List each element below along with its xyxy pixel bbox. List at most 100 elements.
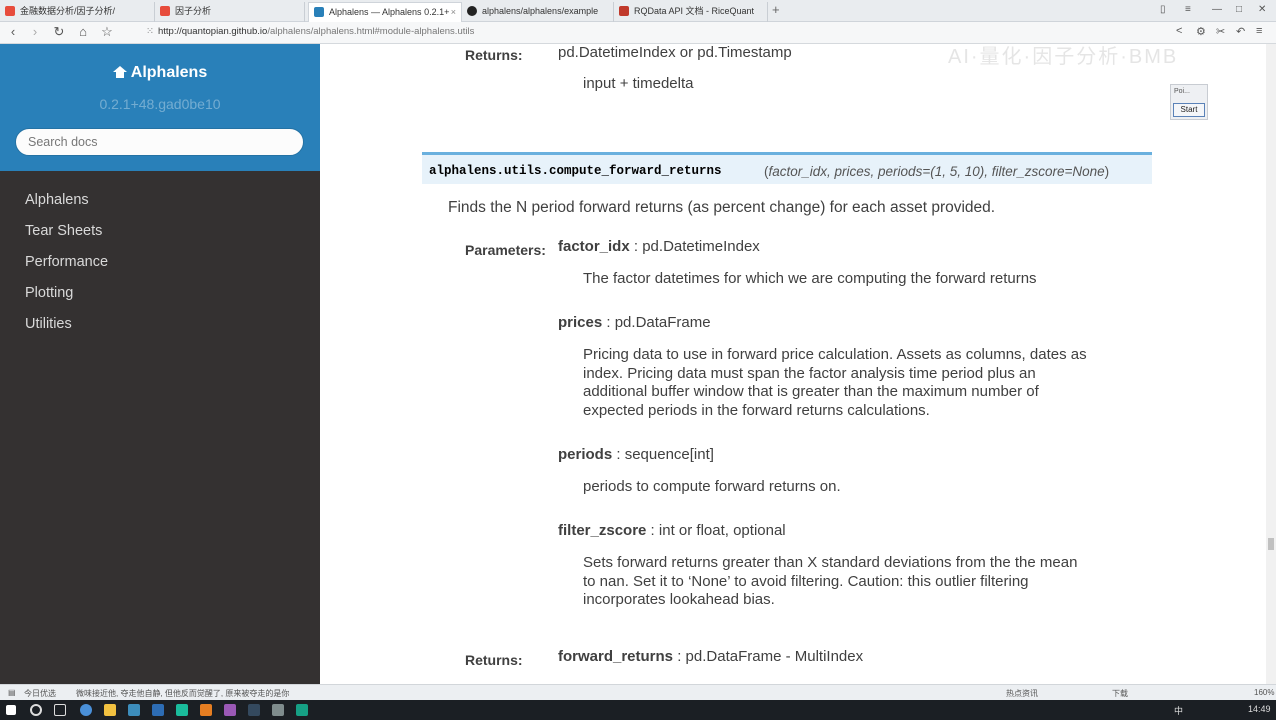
search-input[interactable] xyxy=(15,128,304,156)
param-description-line: additional buffer window that is greater… xyxy=(583,383,1039,400)
returns-field: forward_returns : pd.DataFrame - MultiIn… xyxy=(558,648,863,665)
close-paren: ) xyxy=(1104,164,1110,179)
function-name: alphalens.utils.compute_forward_returns xyxy=(429,164,722,178)
param-factor-idx: factor_idx : pd.DatetimeIndex xyxy=(558,238,760,255)
browser-tab-bar: 金融数据分析/因子分析/ 因子分析 Alphalens — Alphalens … xyxy=(0,0,1276,22)
tab-rqdata[interactable]: RQData API 文档 - RiceQuant xyxy=(614,2,768,22)
returns-sep: : xyxy=(673,648,686,665)
forward-icon[interactable]: › xyxy=(26,24,44,39)
param-type: sequence[int] xyxy=(624,446,714,463)
home-icon[interactable]: ⌂ xyxy=(74,24,92,39)
new-tab-icon[interactable]: + xyxy=(772,2,780,17)
param-sep: : xyxy=(646,522,659,539)
function-args: factor_idx, prices, periods=(1, 5, 10), … xyxy=(768,164,1105,179)
app-icon[interactable] xyxy=(224,704,236,716)
ime-indicator[interactable]: 中 xyxy=(1174,704,1183,717)
tab-favicon-icon xyxy=(160,6,170,16)
browser-taskbar-icon[interactable] xyxy=(80,704,92,716)
param-prices: prices : pd.DataFrame xyxy=(558,314,711,331)
cut-icon[interactable]: ✂ xyxy=(1216,25,1225,38)
home-icon xyxy=(112,66,127,78)
param-filter-zscore: filter_zscore : int or float, optional xyxy=(558,522,786,539)
reload-icon[interactable]: ↻ xyxy=(50,24,68,40)
page-scrollbar[interactable] xyxy=(1266,44,1276,684)
url-host: quantopian.github.io xyxy=(181,26,268,37)
share-icon[interactable]: < xyxy=(1176,25,1182,37)
close-icon[interactable]: × xyxy=(451,3,456,21)
os-taskbar: 中 14:49 xyxy=(0,700,1276,720)
task-view-icon[interactable] xyxy=(54,704,66,716)
param-periods: periods : sequence[int] xyxy=(558,446,714,463)
app-icon[interactable] xyxy=(128,704,140,716)
sidebar-item-alphalens[interactable]: Alphalens xyxy=(25,192,89,208)
clock[interactable]: 14:49 xyxy=(1248,704,1271,714)
extensions-icon[interactable]: ⚙ xyxy=(1196,25,1206,38)
app-icon[interactable] xyxy=(176,704,188,716)
returns-label: Returns: xyxy=(465,47,523,63)
returns-type: pd.DatetimeIndex or pd.Timestamp xyxy=(558,44,792,61)
tab-alphalens[interactable]: Alphalens — Alphalens 0.2.1+ × xyxy=(308,2,462,22)
file-explorer-icon[interactable] xyxy=(104,704,116,716)
url-prefix: http:// xyxy=(157,26,182,37)
start-button[interactable]: Start xyxy=(1173,103,1205,117)
function-summary: Finds the N period forward returns (as p… xyxy=(448,199,996,216)
param-description-line: expected periods in the forward returns … xyxy=(583,401,930,419)
app-icon[interactable] xyxy=(248,704,260,716)
status-headline[interactable]: 微味接近他, 夺走他自静, 但他反而觉醒了, 原来被夺走的是你 xyxy=(76,688,289,699)
tab-factor-analysis[interactable]: 因子分析 xyxy=(155,2,305,22)
tab-favicon-icon xyxy=(619,6,629,16)
param-description-line: incorporates lookahead bias. xyxy=(583,591,775,608)
param-description: periods to compute forward returns on. xyxy=(583,478,841,495)
param-sep: : xyxy=(629,238,643,255)
function-args-wrapper: (factor_idx, prices, periods=(1, 5, 10),… xyxy=(764,164,1109,179)
param-name: periods xyxy=(558,446,613,463)
param-description-line: Sets forward returns greater than X stan… xyxy=(583,554,1078,571)
tab-label: RQData API 文档 - RiceQuant xyxy=(634,6,755,16)
close-window-icon[interactable]: ✕ xyxy=(1258,4,1266,15)
param-name: factor_idx xyxy=(558,238,630,255)
sidebar-item-tear-sheets[interactable]: Tear Sheets xyxy=(25,223,102,239)
mini-widget: Poi... Start xyxy=(1170,84,1208,120)
sidebar-item-performance[interactable]: Performance xyxy=(25,254,108,270)
menu-icon[interactable]: ≡ xyxy=(1185,4,1191,15)
tab-favicon-icon xyxy=(5,6,15,16)
tab-financial-analysis[interactable]: 金融数据分析/因子分析/ xyxy=(0,2,155,22)
start-menu-icon[interactable] xyxy=(6,705,16,715)
status-download[interactable]: 下载 xyxy=(1112,688,1128,699)
status-left-label[interactable]: 今日优选 xyxy=(24,688,56,699)
sidebar-header: Alphalens 0.2.1+48.gad0be10 xyxy=(0,44,320,171)
app-icon[interactable] xyxy=(152,704,164,716)
app-icon[interactable] xyxy=(200,704,212,716)
watermark-text: AI·量化·因子分析·BMB xyxy=(948,46,1179,68)
param-type: pd.DatetimeIndex xyxy=(642,238,760,255)
search-icon[interactable] xyxy=(30,704,42,716)
zoom-level[interactable]: 160% xyxy=(1254,688,1274,697)
app-icon[interactable] xyxy=(296,704,308,716)
scrollbar-thumb[interactable] xyxy=(1268,538,1274,550)
tab-label: alphalens/alphalens/example xyxy=(482,6,599,16)
sidebar-item-plotting[interactable]: Plotting xyxy=(25,285,73,301)
param-type: pd.DataFrame xyxy=(614,314,711,331)
tab-github-alphalens[interactable]: alphalens/alphalens/example xyxy=(462,2,614,22)
back-icon[interactable]: ‹ xyxy=(4,24,22,39)
star-icon[interactable]: ☆ xyxy=(98,24,116,40)
more-icon[interactable]: ≡ xyxy=(1256,25,1262,37)
param-sep: : xyxy=(602,314,615,331)
parameters-label: Parameters: xyxy=(465,242,546,258)
page-info-icon: ⁙ xyxy=(146,26,154,37)
mini-widget-label: Poi... xyxy=(1174,88,1190,95)
param-description-line: Pricing data to use in forward price cal… xyxy=(583,346,1087,363)
tab-label: 因子分析 xyxy=(175,6,212,16)
minimize-icon[interactable]: — xyxy=(1212,4,1222,15)
sidebar-item-utilities[interactable]: Utilities xyxy=(25,316,72,332)
maximize-icon[interactable]: □ xyxy=(1236,4,1242,15)
pin-icon[interactable]: ▯ xyxy=(1160,4,1166,15)
url-path: /alphalens/alphalens.html#module-alphale… xyxy=(267,26,475,37)
project-home-link[interactable]: Alphalens xyxy=(0,64,320,82)
returns-description: input + timedelta xyxy=(583,75,694,92)
status-hot-news[interactable]: 热点资讯 xyxy=(1006,688,1038,699)
url-field[interactable]: ⁙ http://quantopian.github.io/alphalens/a… xyxy=(146,26,474,37)
undo-icon[interactable]: ↶ xyxy=(1236,25,1245,38)
docs-sidebar: Alphalens 0.2.1+48.gad0be10 Alphalens Te… xyxy=(0,44,320,684)
app-icon[interactable] xyxy=(272,704,284,716)
